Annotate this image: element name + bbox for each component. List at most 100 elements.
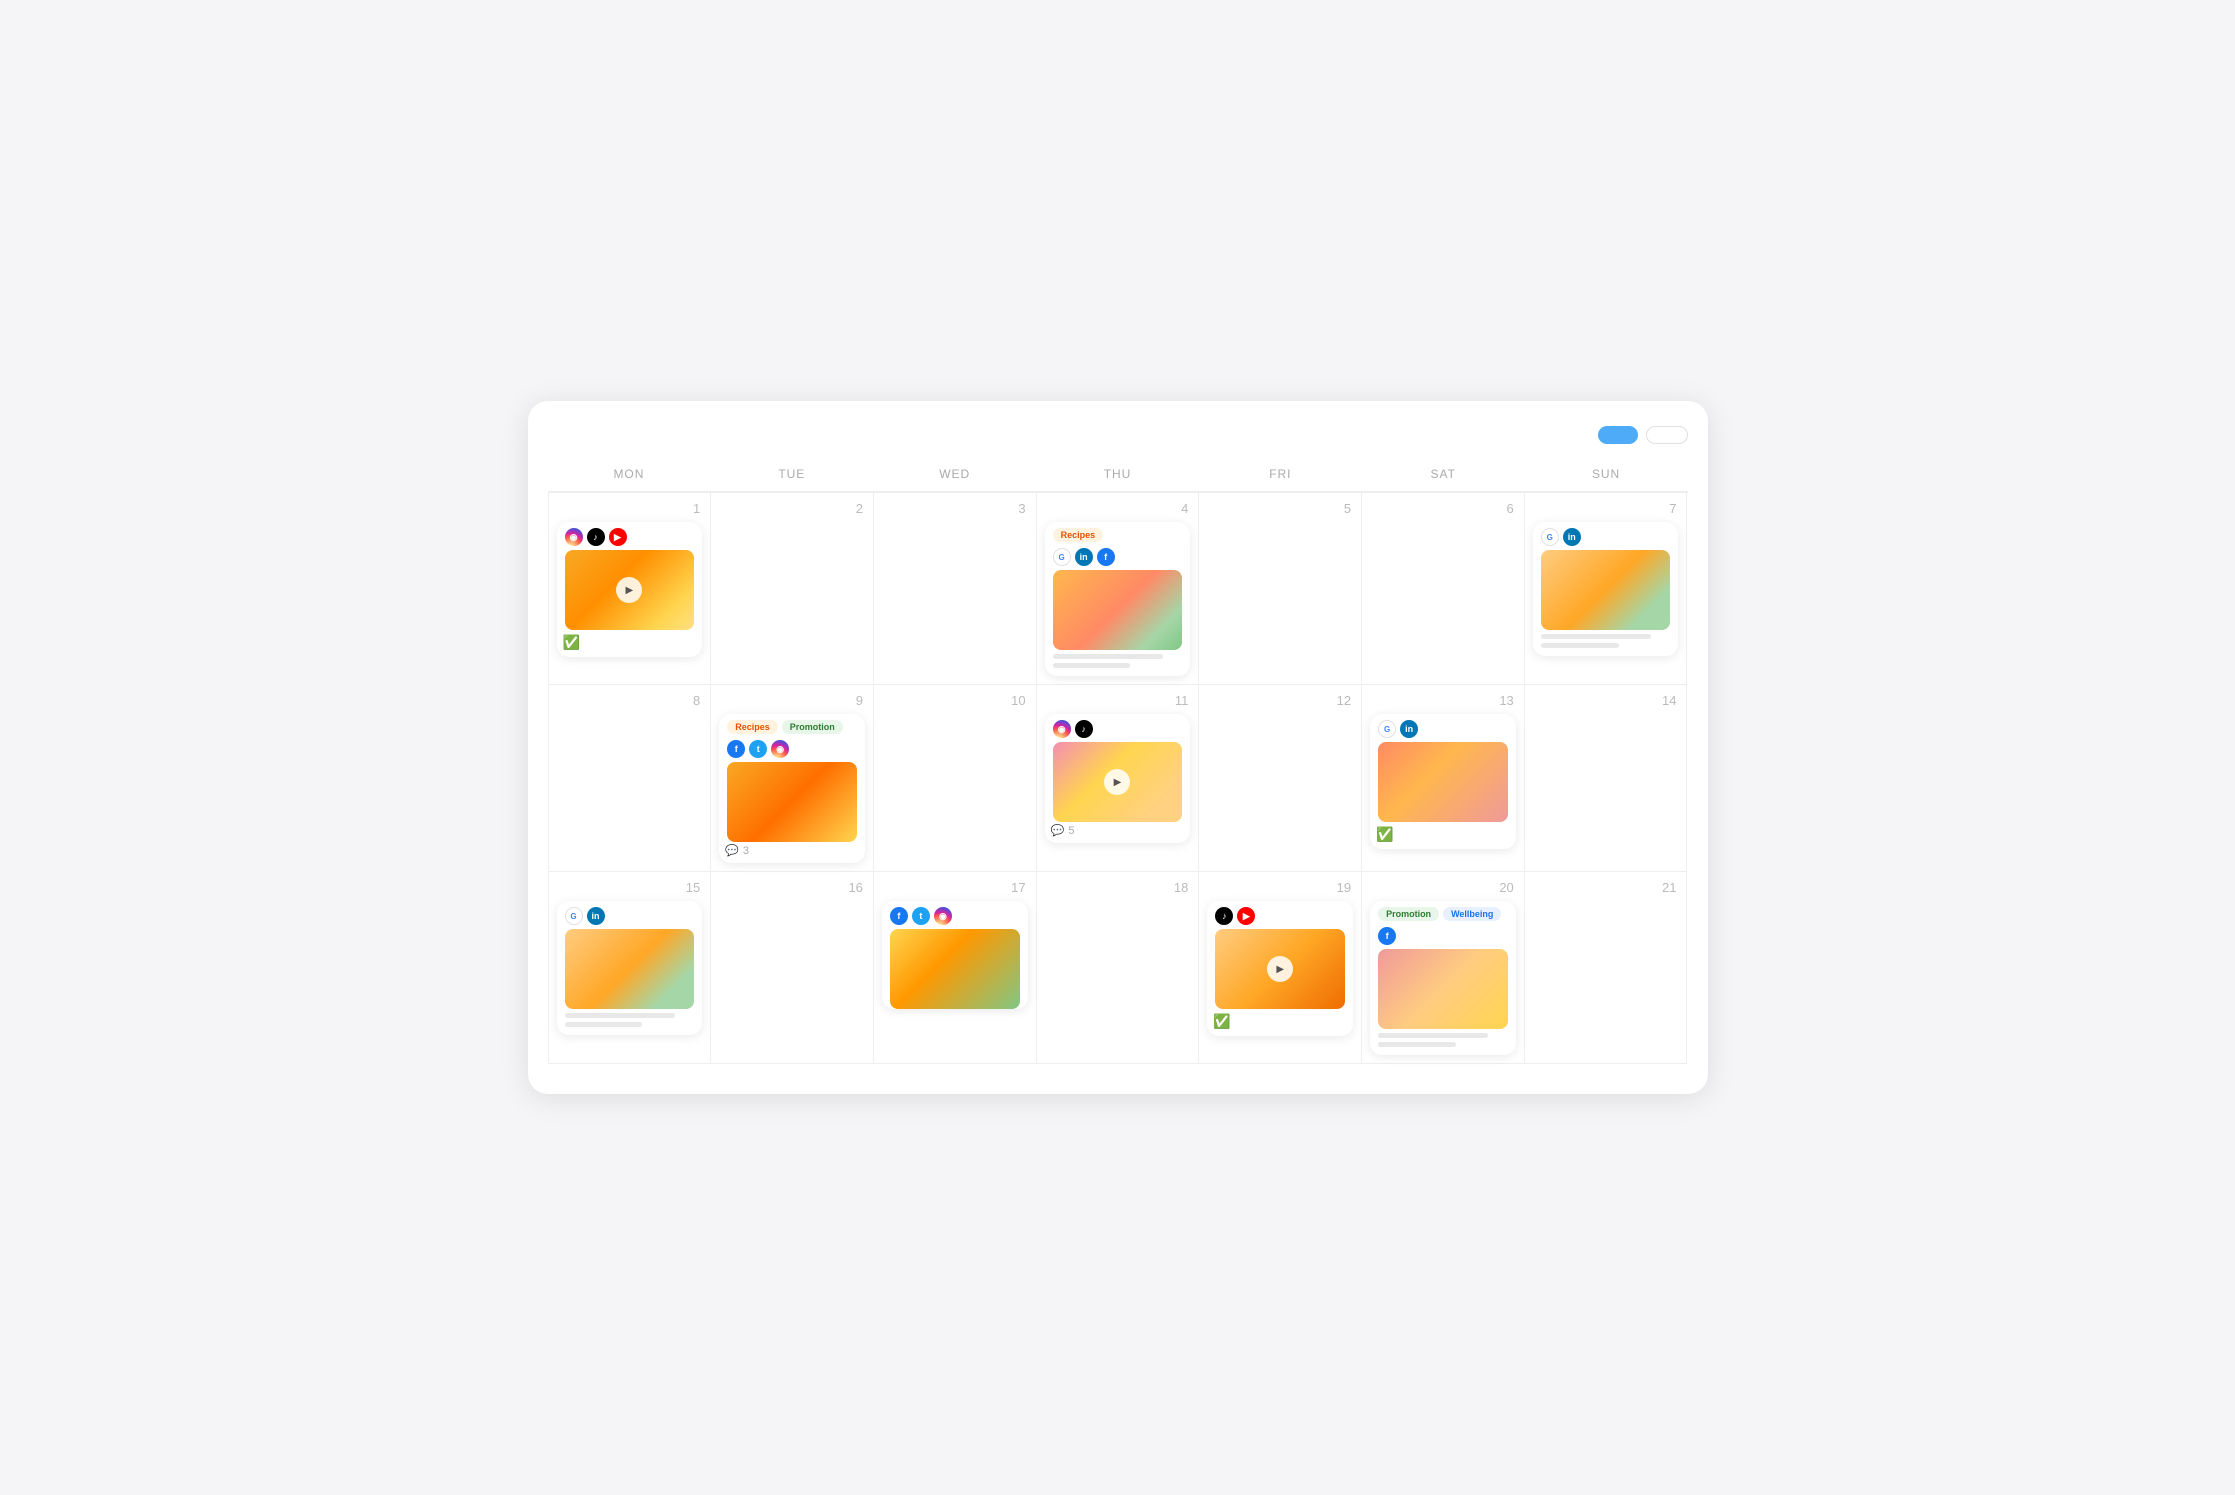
date-number: 17 [882, 880, 1028, 895]
post-image-wrapper: ▶ [1053, 742, 1183, 822]
post-card[interactable]: ft◉ [882, 901, 1028, 1009]
tag-badge: Promotion [1378, 907, 1439, 921]
post-card[interactable]: Promotion Wellbeing f [1370, 901, 1516, 1055]
play-button[interactable]: ▶ [616, 577, 642, 603]
post-card[interactable]: Gin [557, 901, 703, 1035]
calendar-cell: 21 [1525, 872, 1688, 1064]
text-lines [1045, 650, 1191, 676]
social-icons: ◉♪▶ [565, 528, 695, 546]
post-card[interactable]: Recipes Ginf [1045, 522, 1191, 676]
date-number: 9 [719, 693, 865, 708]
check-icon: ✅ [1207, 1009, 1353, 1036]
calendar-cell: 14 [1525, 685, 1688, 872]
day-header-thu: THU [1036, 459, 1199, 491]
next-month-button[interactable] [1134, 431, 1150, 439]
tiktok-icon: ♪ [1075, 720, 1093, 738]
calendar-cell: 7 Gin [1525, 493, 1688, 685]
tag-badge: Wellbeing [1443, 907, 1501, 921]
date-number: 5 [1207, 501, 1353, 516]
fb-icon: f [1378, 927, 1396, 945]
ggl-icon: G [565, 907, 583, 925]
post-card-inner: Gin [1533, 522, 1679, 630]
day-header-wed: WED [873, 459, 1036, 491]
calendar-cell: 17 ft◉ [874, 872, 1037, 1064]
yt-icon: ▶ [1237, 907, 1255, 925]
month-view-button[interactable] [1598, 426, 1638, 444]
comment-icon: 💬 [1051, 824, 1065, 837]
yt-icon: ▶ [609, 528, 627, 546]
ig-icon: ◉ [934, 907, 952, 925]
post-image [1541, 550, 1671, 630]
text-line [565, 1013, 675, 1018]
li-icon: in [1400, 720, 1418, 738]
date-number: 10 [882, 693, 1028, 708]
post-image [890, 929, 1020, 1009]
calendar-cell: 9 RecipesPromotion ft◉ 💬 3 [711, 685, 874, 872]
date-number: 1 [557, 501, 703, 516]
tw-icon: t [912, 907, 930, 925]
date-number: 4 [1045, 501, 1191, 516]
day-headers: MONTUEWEDTHUFRISATSUN [548, 459, 1688, 492]
post-card[interactable]: Gin [1533, 522, 1679, 656]
calendar-cell: 18 [1037, 872, 1200, 1064]
post-image [1053, 570, 1183, 650]
check-icon: ✅ [557, 630, 703, 657]
view-toggle-group [1598, 426, 1688, 444]
post-card[interactable]: Gin ✅ [1370, 714, 1516, 849]
date-number: 6 [1370, 501, 1516, 516]
ggl-icon: G [1541, 528, 1559, 546]
post-image [1378, 949, 1508, 1029]
nav-title-group [1086, 431, 1150, 439]
calendar-cell: 12 [1199, 685, 1362, 872]
post-image [565, 929, 695, 1009]
social-icons: Gin [565, 907, 695, 925]
date-number: 2 [719, 501, 865, 516]
post-card-inner: ◉♪ ▶ [1045, 714, 1191, 822]
fb-icon: f [1097, 548, 1115, 566]
text-line [1378, 1042, 1456, 1047]
tiktok-icon: ♪ [1215, 907, 1233, 925]
prev-month-button[interactable] [1086, 431, 1102, 439]
post-card[interactable]: ♪▶ ▶ ✅ [1207, 901, 1353, 1036]
social-icons: f [1378, 927, 1508, 945]
post-card-inner: Gin [1370, 714, 1516, 822]
text-line [1541, 634, 1651, 639]
post-card[interactable]: ◉♪▶ ▶ ✅ [557, 522, 703, 657]
post-card[interactable]: RecipesPromotion ft◉ 💬 3 [719, 714, 865, 863]
calendar-cell: 4 Recipes Ginf [1037, 493, 1200, 685]
calendar-header [548, 421, 1688, 459]
day-header-sat: SAT [1362, 459, 1525, 491]
play-button[interactable]: ▶ [1104, 769, 1130, 795]
date-number: 11 [1045, 693, 1191, 708]
calendar-cell: 8 [549, 685, 712, 872]
calendar-cell: 16 [711, 872, 874, 1064]
day-header-fri: FRI [1199, 459, 1362, 491]
date-number: 8 [557, 693, 703, 708]
post-card-inner: Promotion Wellbeing f [1370, 901, 1516, 1029]
li-icon: in [587, 907, 605, 925]
date-number: 15 [557, 880, 703, 895]
tw-icon: t [749, 740, 767, 758]
comments-count: 💬 3 [719, 842, 865, 863]
post-card-inner: Gin [557, 901, 703, 1009]
date-number: 13 [1370, 693, 1516, 708]
day-header-sun: SUN [1525, 459, 1688, 491]
comments-count: 💬 5 [1045, 822, 1191, 843]
tag-badge: Recipes [1053, 528, 1104, 542]
date-number: 16 [719, 880, 865, 895]
post-image [727, 762, 857, 842]
tag-badge: Promotion [782, 720, 843, 734]
ggl-icon: G [1053, 548, 1071, 566]
calendar-cell: 20 PromotionWellbeing f [1362, 872, 1525, 1064]
tiktok-icon: ♪ [587, 528, 605, 546]
post-card[interactable]: ◉♪ ▶ 💬 5 [1045, 714, 1191, 843]
date-number: 7 [1533, 501, 1679, 516]
check-icon: ✅ [1370, 822, 1516, 849]
calendar-cell: 3 [874, 493, 1037, 685]
fb-icon: f [727, 740, 745, 758]
social-icons: Ginf [1053, 548, 1183, 566]
play-button[interactable]: ▶ [1267, 956, 1293, 982]
date-number: 14 [1533, 693, 1679, 708]
week-view-button[interactable] [1646, 426, 1688, 444]
calendar-grid: MONTUEWEDTHUFRISATSUN 1 ◉♪▶ ▶ ✅ 234 Reci… [548, 459, 1688, 1064]
